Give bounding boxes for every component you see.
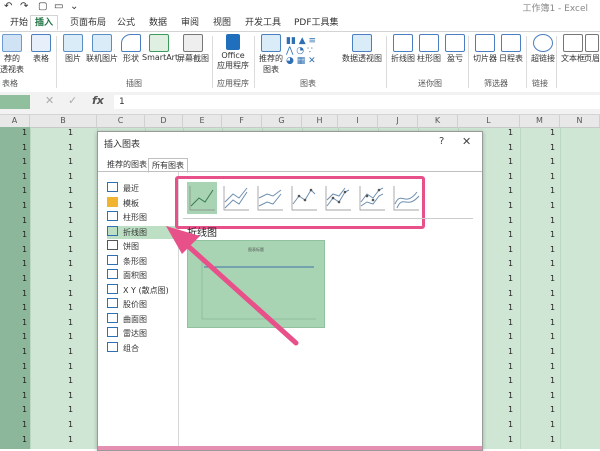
annotation-arrow xyxy=(166,226,299,346)
